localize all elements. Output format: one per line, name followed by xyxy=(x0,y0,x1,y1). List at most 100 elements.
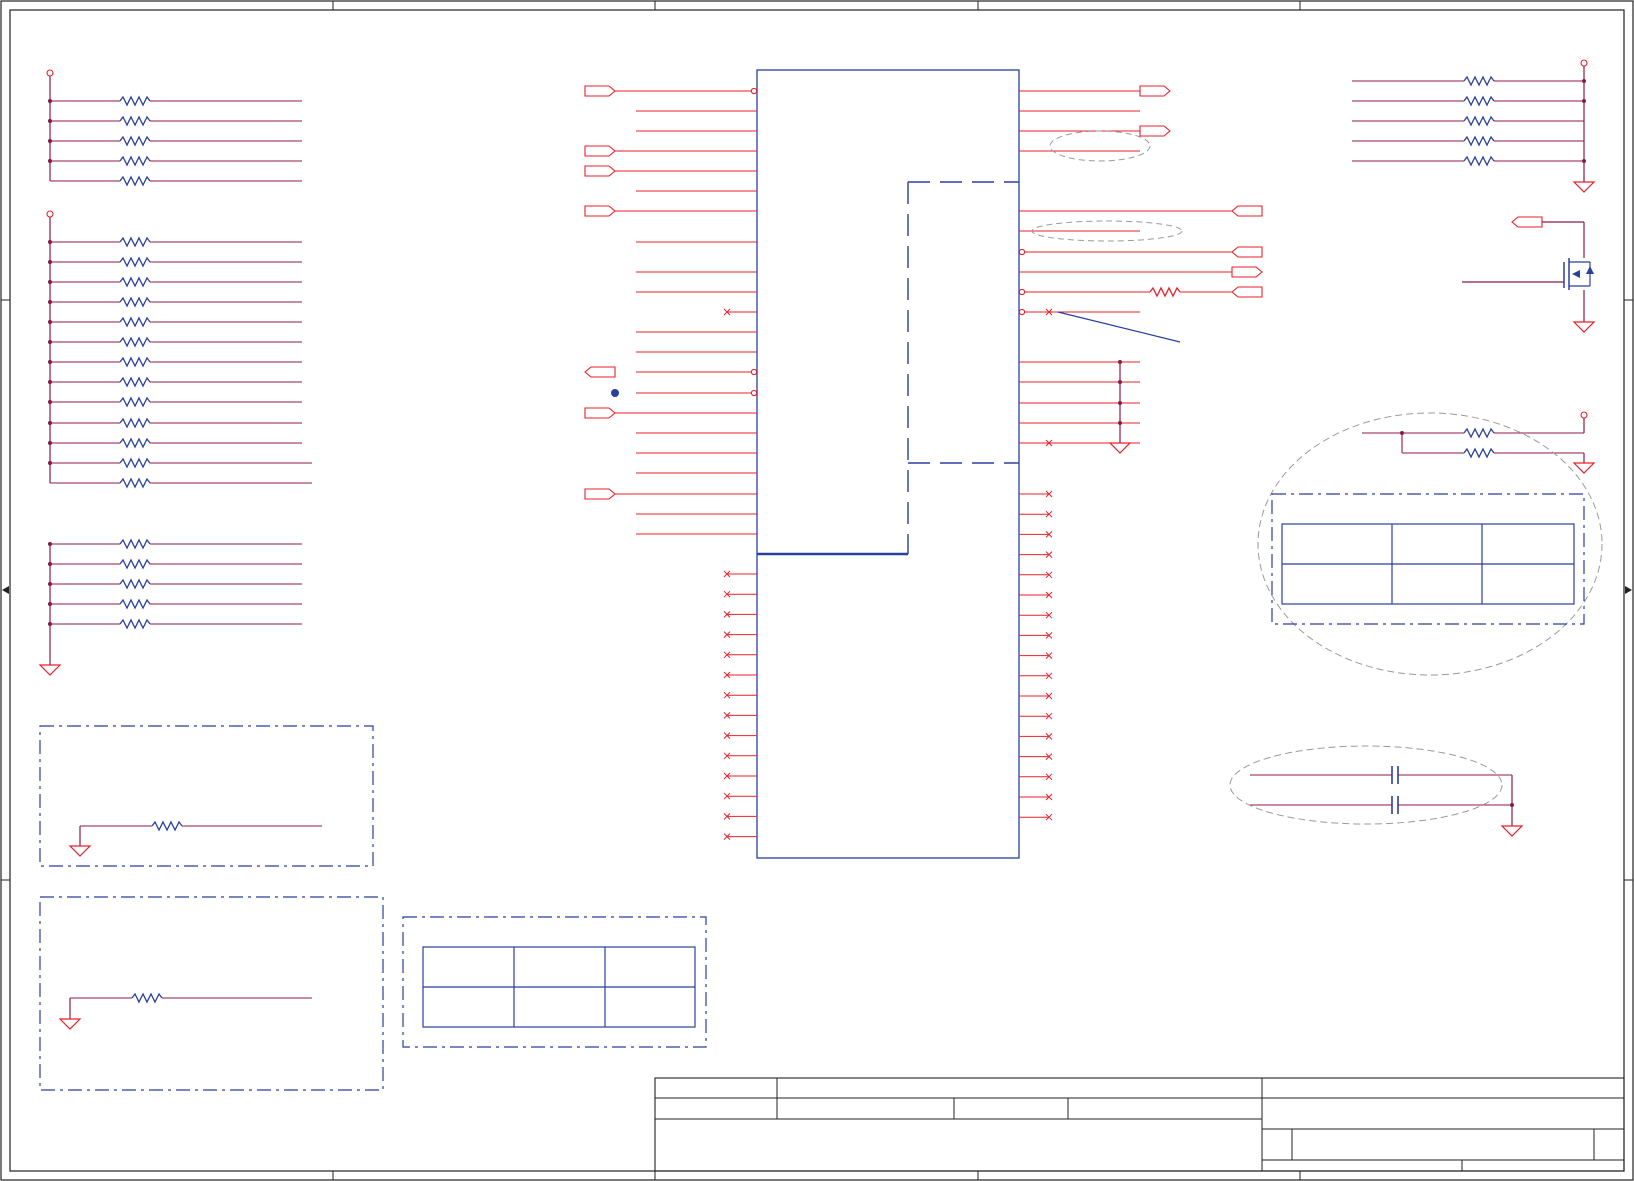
junction-dot-icon xyxy=(1582,79,1586,83)
off-page-connector-icon xyxy=(584,145,616,157)
junction-dot-icon xyxy=(1118,360,1122,364)
junction-dot-icon xyxy=(47,621,53,627)
resistor-icon xyxy=(119,257,151,267)
annotation-ellipse xyxy=(1229,745,1503,825)
junction-dot-icon xyxy=(1582,99,1586,103)
resistor-icon xyxy=(1463,448,1495,458)
off-page-connector-icon xyxy=(1231,246,1263,258)
resistor-icon xyxy=(119,458,151,468)
resistor-icon xyxy=(119,237,151,247)
resistor-icon xyxy=(1463,136,1495,146)
junction-dot-icon xyxy=(47,541,53,547)
resistor-icon xyxy=(119,277,151,287)
off-page-connector-icon xyxy=(1231,266,1263,278)
pullup-resistor-banks xyxy=(38,69,312,676)
resistor-bank xyxy=(46,69,302,186)
title-block-frame xyxy=(654,1077,1625,1172)
resistor-icon xyxy=(119,438,151,448)
outer-frame xyxy=(0,0,1634,1181)
resistor-icon xyxy=(1463,116,1495,126)
resistor-icon xyxy=(119,136,151,146)
inner-frame xyxy=(9,9,1625,1172)
ground-icon xyxy=(1572,181,1596,193)
resistor-bank xyxy=(38,539,302,676)
junction-dot-icon xyxy=(47,581,53,587)
power-port-icon xyxy=(750,389,758,397)
resistor-icon xyxy=(119,397,151,407)
off-page-connector-icon xyxy=(1231,205,1263,217)
resistor-icon xyxy=(119,176,151,186)
junction-dot-icon xyxy=(1510,803,1514,807)
resistor-icon xyxy=(119,96,151,106)
junction-dot-icon xyxy=(1400,431,1404,435)
off-page-connector-icon xyxy=(1139,125,1171,137)
annotation-ellipse xyxy=(1049,130,1151,162)
junction-dot-icon xyxy=(47,239,53,245)
option-table xyxy=(1281,523,1575,605)
junction-dot-icon xyxy=(47,299,53,305)
ground-icon xyxy=(38,664,62,676)
junction-dot-icon xyxy=(47,440,53,446)
off-page-connector-icon xyxy=(1139,85,1171,97)
power-port-icon xyxy=(1580,411,1588,419)
power-port-icon xyxy=(46,210,54,218)
ground-icon xyxy=(1108,442,1132,454)
resistor-icon xyxy=(151,821,183,831)
junction-dot-icon xyxy=(47,118,53,124)
title-block xyxy=(654,1077,1625,1172)
resistor-icon xyxy=(119,156,151,166)
junction-dot-icon xyxy=(47,561,53,567)
ground-icon xyxy=(1572,321,1596,333)
ground-icon xyxy=(58,1018,82,1030)
power-port-icon xyxy=(46,69,54,77)
power-port-icon xyxy=(1018,248,1026,256)
resistor-icon xyxy=(119,337,151,347)
resistor-icon xyxy=(1463,428,1495,438)
junction-dot-icon xyxy=(47,601,53,607)
resistor-icon xyxy=(1149,287,1181,297)
resistor-icon xyxy=(119,579,151,589)
option-table xyxy=(422,946,696,1028)
junction-dot-icon xyxy=(47,379,53,385)
resistor-icon xyxy=(119,418,151,428)
main-ic-symbol xyxy=(584,69,1263,859)
dash-dot-box xyxy=(39,725,374,867)
power-port-icon xyxy=(1018,288,1026,296)
junction-dot-icon xyxy=(47,339,53,345)
power-port-icon xyxy=(1580,59,1588,67)
junction-dot-icon xyxy=(611,389,619,397)
junction-dot-icon xyxy=(1118,421,1122,425)
resistor-icon xyxy=(1463,156,1495,166)
power-port-icon xyxy=(750,87,758,95)
resistor-icon xyxy=(119,599,151,609)
right-side-circuits xyxy=(1229,59,1603,837)
junction-dot-icon xyxy=(47,138,53,144)
ic-body xyxy=(756,69,1020,859)
off-page-connector-icon xyxy=(584,85,616,97)
schematic-sheet xyxy=(0,0,1634,1181)
zone-arrow xyxy=(2,586,9,594)
off-page-connector-icon xyxy=(1511,216,1543,228)
ground-icon xyxy=(1500,825,1524,837)
power-port-icon xyxy=(1018,308,1026,316)
resistor-icon xyxy=(119,116,151,126)
off-page-connector-icon xyxy=(1231,286,1263,298)
resistor-icon xyxy=(119,357,151,367)
junction-dot-icon xyxy=(47,158,53,164)
junction-dot-icon xyxy=(1582,159,1586,163)
zone-arrow xyxy=(1625,586,1632,594)
resistor-icon xyxy=(131,993,163,1003)
junction-dot-icon xyxy=(47,359,53,365)
off-page-connector-icon xyxy=(584,407,616,419)
junction-dot-icon xyxy=(47,279,53,285)
arrow xyxy=(1572,270,1580,278)
junction-dot-icon xyxy=(47,98,53,104)
junction-dot-icon xyxy=(47,420,53,426)
annotation-leader xyxy=(1057,311,1181,343)
resistor-icon xyxy=(1463,96,1495,106)
off-page-connector-icon xyxy=(584,205,616,217)
resistor-icon xyxy=(119,539,151,549)
resistor-icon xyxy=(119,297,151,307)
off-page-connector-icon xyxy=(584,366,616,378)
junction-dot-icon xyxy=(1118,401,1122,405)
